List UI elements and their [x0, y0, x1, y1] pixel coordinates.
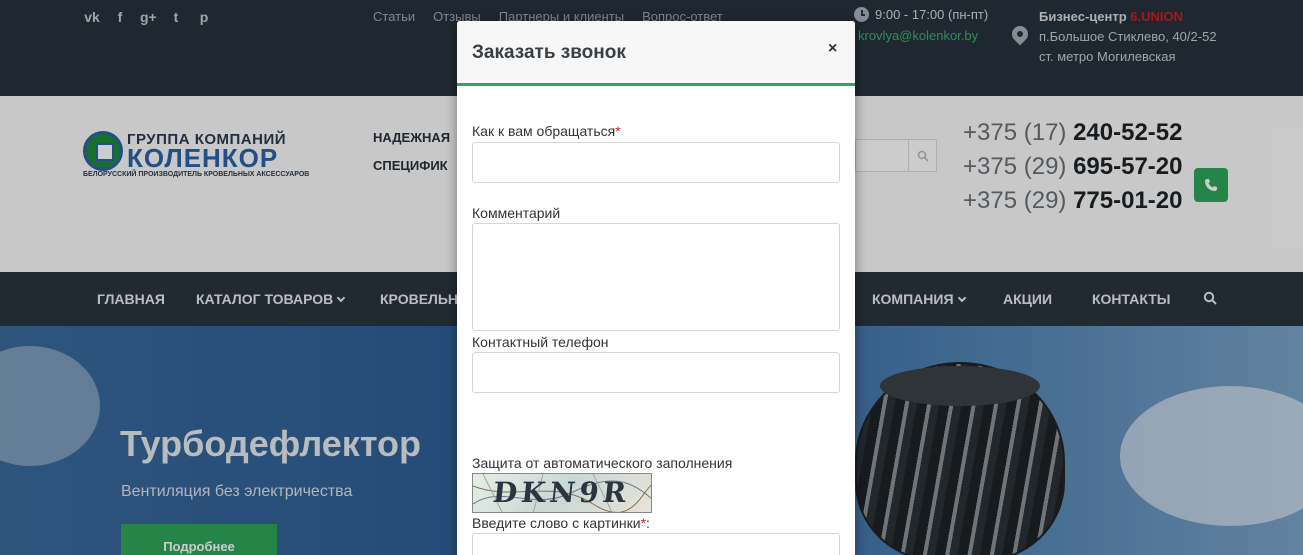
name-label: Как к вам обращаться* — [472, 123, 621, 139]
comment-label: Комментарий — [472, 205, 561, 221]
captcha-input-label: Введите слово с картинки*: — [472, 515, 650, 531]
close-icon[interactable]: × — [828, 40, 837, 58]
name-field[interactable] — [472, 142, 840, 183]
comment-textarea[interactable] — [472, 223, 840, 331]
phone-label: Контактный телефон — [472, 334, 609, 350]
modal-header: Заказать звонок × — [457, 21, 855, 86]
captcha-label: Защита от автоматического заполнения — [472, 455, 733, 471]
captcha-field[interactable] — [472, 533, 840, 555]
captcha-text: DKN9R — [491, 476, 632, 509]
phone-field[interactable] — [472, 352, 840, 393]
callback-modal: Заказать звонок × Как к вам обращаться* … — [457, 21, 855, 555]
captcha-image: DKN9R — [472, 473, 652, 513]
modal-title: Заказать звонок — [472, 42, 626, 63]
